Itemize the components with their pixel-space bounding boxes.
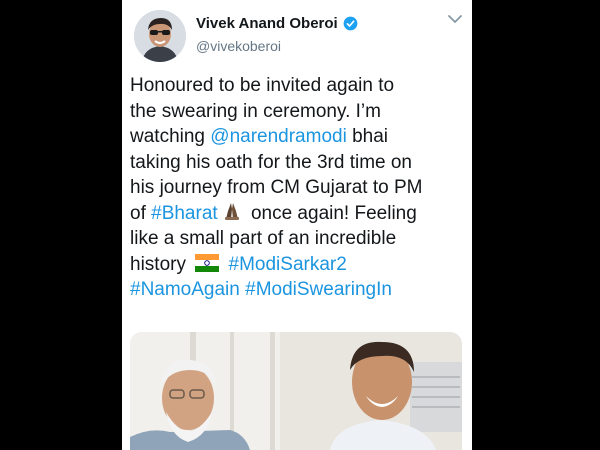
verified-badge-icon — [343, 16, 358, 31]
tweet-text-segment: once again! Feeling — [245, 202, 417, 224]
author-name-row: Vivek Anand Oberoi — [196, 15, 358, 32]
tweet-text-segment: watching — [130, 126, 211, 147]
hashtag-link[interactable]: #ModiSwearingIn — [245, 279, 392, 300]
tweet-text-line: watching @narendramodi bhai — [130, 124, 470, 150]
author-handle[interactable]: @vivekoberoi — [196, 38, 281, 54]
tweet-text-segment: history — [130, 253, 192, 275]
india-flag-icon — [195, 253, 220, 272]
hashtag-link[interactable]: #ModiSarkar2 — [229, 254, 347, 275]
tweet-text: Honoured to be invited again to the swear… — [130, 73, 470, 303]
tweet-text-line: his journey from CM Gujarat to PM — [130, 175, 470, 201]
tweet-card: Vivek Anand Oberoi @vivekoberoi Honoured… — [122, 0, 472, 450]
avatar[interactable] — [134, 10, 186, 62]
tweet-text-line: the swearing in ceremony. I’m — [130, 99, 470, 125]
tweet-text-line: taking his oath for the 3rd time on — [130, 150, 470, 176]
praying-hands-icon — [224, 202, 239, 220]
tweet-text-segment: the swearing in ceremony. I’m — [130, 100, 381, 122]
tweet-text-line: like a small part of an incredible — [130, 226, 470, 252]
tweet-text-line: history #ModiSarkar2 — [130, 252, 470, 278]
tweet-photo[interactable] — [130, 332, 462, 450]
tweet-text-segment: his journey from CM Gujarat to PM — [130, 177, 423, 198]
chevron-down-icon[interactable] — [448, 14, 462, 24]
author-display-name[interactable]: Vivek Anand Oberoi — [196, 15, 338, 32]
tweet-text-segment: bhai — [346, 126, 389, 147]
tweet-text-segment: of — [130, 202, 152, 224]
hashtag-link[interactable]: #Bharat — [151, 203, 218, 224]
hashtag-link[interactable]: #NamoAgain — [130, 279, 240, 300]
tweet-text-segment: like a small part of an incredible — [130, 228, 397, 249]
tweet-text-line: #NamoAgain #ModiSwearingIn — [130, 277, 470, 303]
tweet-text-segment: taking his oath for the 3rd time on — [130, 151, 412, 173]
mention-link[interactable]: @narendramodi — [210, 126, 347, 147]
tweet-header: Vivek Anand Oberoi @vivekoberoi — [122, 0, 472, 70]
tweet-text-line: of #Bharat once again! Feeling — [130, 201, 470, 227]
tweet-text-line: Honoured to be invited again to — [130, 73, 470, 99]
tweet-text-segment: Honoured to be invited again to — [130, 75, 395, 96]
